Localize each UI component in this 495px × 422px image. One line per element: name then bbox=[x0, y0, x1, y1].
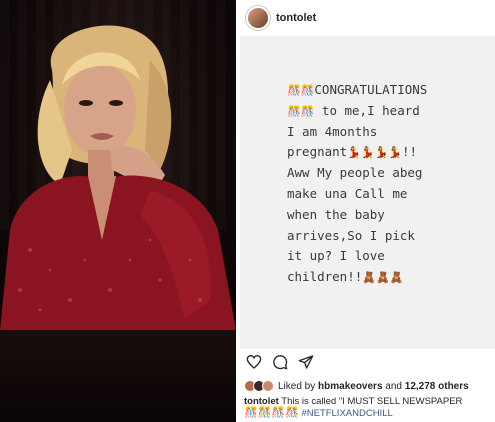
post-header: tontolet bbox=[240, 0, 495, 36]
post-line-4-tail: !! bbox=[402, 144, 418, 160]
post-line-7: when the baby bbox=[287, 206, 385, 222]
instagram-post: tontolet 🎊🎊CONGRATULATIONS 🎊🎊 to me,I he… bbox=[240, 0, 495, 422]
likes-row: Liked by hbmakeovers and 12,278 others bbox=[244, 377, 494, 395]
liker-avatars bbox=[244, 380, 274, 392]
post-text-block: 🎊🎊CONGRATULATIONS 🎊🎊 to me,I heard I am … bbox=[287, 80, 487, 288]
post-actions bbox=[240, 349, 495, 375]
likes-user[interactable]: hbmakeovers bbox=[318, 381, 382, 392]
heart-icon[interactable] bbox=[246, 354, 262, 370]
likes-prefix: Liked by bbox=[278, 380, 316, 392]
party-emoji-icon: 🎊🎊 bbox=[287, 84, 315, 97]
post-line-3: I am 4months bbox=[287, 123, 378, 139]
likes-middle: and bbox=[385, 380, 402, 392]
party-emoji-icon: 🎊🎊 bbox=[287, 104, 315, 118]
post-line-1: CONGRATULATIONS bbox=[314, 82, 428, 97]
post-line-5: Aww My people abeg bbox=[287, 165, 423, 181]
post-line-6: make una Call me bbox=[287, 185, 408, 201]
portrait-photo bbox=[0, 0, 236, 422]
post-line-2: to me,I heard bbox=[314, 102, 420, 118]
dancer-emoji-icon: 💃💃💃💃 bbox=[347, 146, 403, 160]
post-line-8: arrives,So I pick bbox=[287, 227, 415, 243]
post-username[interactable]: tontolet bbox=[276, 12, 316, 24]
post-line-9: it up? I love bbox=[287, 248, 385, 264]
table-surface bbox=[0, 330, 236, 422]
send-icon[interactable] bbox=[298, 354, 314, 370]
caption-hashtag[interactable]: #NETFLIXANDCHILL bbox=[301, 408, 392, 419]
comment-icon[interactable] bbox=[272, 354, 288, 370]
profile-avatar-icon[interactable] bbox=[246, 6, 270, 30]
party-emoji-icon: 🎊🎊🎊🎊 bbox=[244, 407, 299, 419]
post-line-4: pregnant bbox=[287, 144, 348, 160]
liker-avatar bbox=[262, 380, 274, 392]
post-line-10: children!! bbox=[287, 269, 363, 285]
likes-count[interactable]: 12,278 others bbox=[405, 381, 469, 392]
caption-username[interactable]: tontolet bbox=[244, 396, 279, 407]
caption-text: This is called "I MUST SELL NEWSPAPER bbox=[281, 396, 463, 407]
post-image[interactable]: 🎊🎊CONGRATULATIONS 🎊🎊 to me,I heard I am … bbox=[240, 36, 495, 349]
teddy-bear-emoji-icon: 🧸🧸🧸 bbox=[362, 271, 404, 285]
post-caption: tontolet This is called "I MUST SELL NEW… bbox=[244, 396, 494, 420]
